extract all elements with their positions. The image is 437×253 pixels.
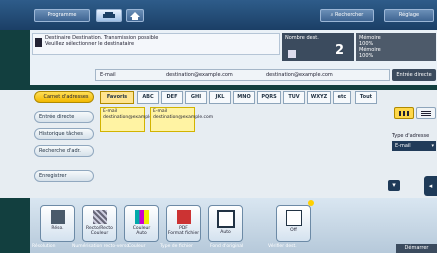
index-tab-ghi[interactable]: GHI (185, 91, 207, 104)
destination-item[interactable]: E-mail destination@example.com (100, 107, 164, 132)
index-tab-abc[interactable]: ABC (137, 91, 159, 104)
chevron-down-icon: ▾ (431, 143, 434, 149)
tile-value: Auto (220, 230, 231, 235)
tab-registration[interactable]: Enregistrer (34, 170, 94, 182)
scroll-down-button[interactable]: ▾ (388, 180, 400, 191)
scanner-icon (103, 12, 115, 18)
resolution-icon (50, 210, 65, 224)
grid-view-icon (399, 111, 409, 116)
grid-view-button[interactable] (394, 107, 414, 119)
mail-check-icon (285, 210, 302, 226)
file-type-tile[interactable]: PDF Format fichier (166, 205, 201, 242)
program-button[interactable]: Programme (34, 9, 90, 22)
home-icon (130, 12, 140, 20)
scanner-status-icon (35, 38, 42, 47)
direct-entry-button[interactable]: Entrée directe (392, 69, 436, 81)
address-type-value: E-mail (395, 143, 411, 149)
tile-sub: Couleur (90, 231, 109, 236)
document-icon (216, 210, 235, 228)
tab-address-search[interactable]: Recherche d'adr. (34, 145, 94, 157)
index-tab-etc[interactable]: etc (333, 91, 351, 104)
memory-status: Mémoire 100% Mémoire 100% (356, 33, 436, 61)
status-message: Destinaire Destination. Transmission pos… (32, 33, 280, 55)
star-icon (308, 200, 314, 206)
index-tab-tuv[interactable]: TUV (283, 91, 305, 104)
tab-job-history[interactable]: Historique tâches (34, 128, 94, 140)
list-icon (288, 50, 296, 58)
background-tile[interactable]: Auto (208, 205, 243, 242)
index-tab-favorites[interactable]: Favoris (100, 91, 134, 104)
copy-button[interactable] (96, 9, 122, 22)
index-tab-jkl[interactable]: JKL (209, 91, 231, 104)
index-tab-def[interactable]: DEF (161, 91, 183, 104)
tab-direct-input[interactable]: Entrée directe (34, 111, 94, 123)
bottom-label: Résolution (32, 244, 56, 249)
tile-sub: Format fichier (167, 231, 200, 236)
status-line-2: Veuillez sélectionner le destinataire (45, 41, 135, 47)
bottom-label: Fond d'original (210, 244, 244, 249)
chevron-left-icon: ◂ (428, 182, 433, 190)
bottom-label: Vérifier dest. (268, 244, 297, 249)
settings-button[interactable]: Réglage (384, 9, 434, 22)
home-button[interactable] (126, 9, 144, 22)
address-type-label: Type d'adresse (392, 133, 430, 139)
address-field-1: E-mail (100, 72, 116, 78)
side-panel-toggle[interactable]: ◂ (424, 176, 437, 196)
search-label: Rechercher (335, 12, 364, 18)
search-button[interactable]: ⌕ Rechercher (320, 9, 374, 22)
destination-name: destination@example.com (103, 115, 164, 120)
tile-value: Off (290, 228, 297, 233)
destination-item[interactable]: E-mail destination@example.com (150, 107, 214, 132)
color-tile[interactable]: Couleur Auto (124, 205, 159, 242)
dest-count-label: Nombre dest. (285, 35, 319, 41)
chevron-down-icon: ▾ (392, 181, 396, 189)
index-tab-mno[interactable]: MNO (233, 91, 255, 104)
memory-line-4: 100% (359, 53, 374, 59)
verify-tile[interactable]: Off (276, 205, 311, 242)
resolution-tile[interactable]: Réso. (40, 205, 75, 242)
duplex-icon (92, 210, 107, 224)
search-icon: ⌕ (330, 12, 334, 18)
dest-count-value: 2 (334, 43, 344, 58)
list-view-button[interactable] (416, 107, 436, 119)
index-tab-wxyz[interactable]: WXYZ (307, 91, 331, 104)
destination-count: Nombre dest. 2 (282, 33, 354, 61)
bottom-label: Type de fichier (160, 244, 193, 249)
pdf-icon (176, 210, 191, 224)
address-field-3: destination@example.com (266, 72, 333, 78)
list-view-icon (421, 111, 431, 116)
bottom-label: Numérisation recto-verso (72, 244, 130, 249)
destination-name: destination@example.com (153, 115, 214, 120)
duplex-tile[interactable]: Recto/Recto Couleur (82, 205, 117, 242)
address-fields: E-mail destination@example.com destinati… (95, 69, 390, 81)
tile-sub: Auto (136, 231, 147, 236)
start-button[interactable]: Démarrer (396, 244, 437, 253)
tab-address-book[interactable]: Carnet d'adresses (34, 91, 94, 103)
bottom-label: Couleur (128, 244, 146, 249)
tile-value: Réso. (51, 226, 64, 231)
address-field-2: destination@example.com (166, 72, 233, 78)
color-icon (134, 210, 149, 224)
index-tab-pqrs[interactable]: PQRS (257, 91, 281, 104)
address-type-select[interactable]: E-mail ▾ (392, 141, 436, 151)
index-tab-all[interactable]: Tout (355, 91, 377, 104)
